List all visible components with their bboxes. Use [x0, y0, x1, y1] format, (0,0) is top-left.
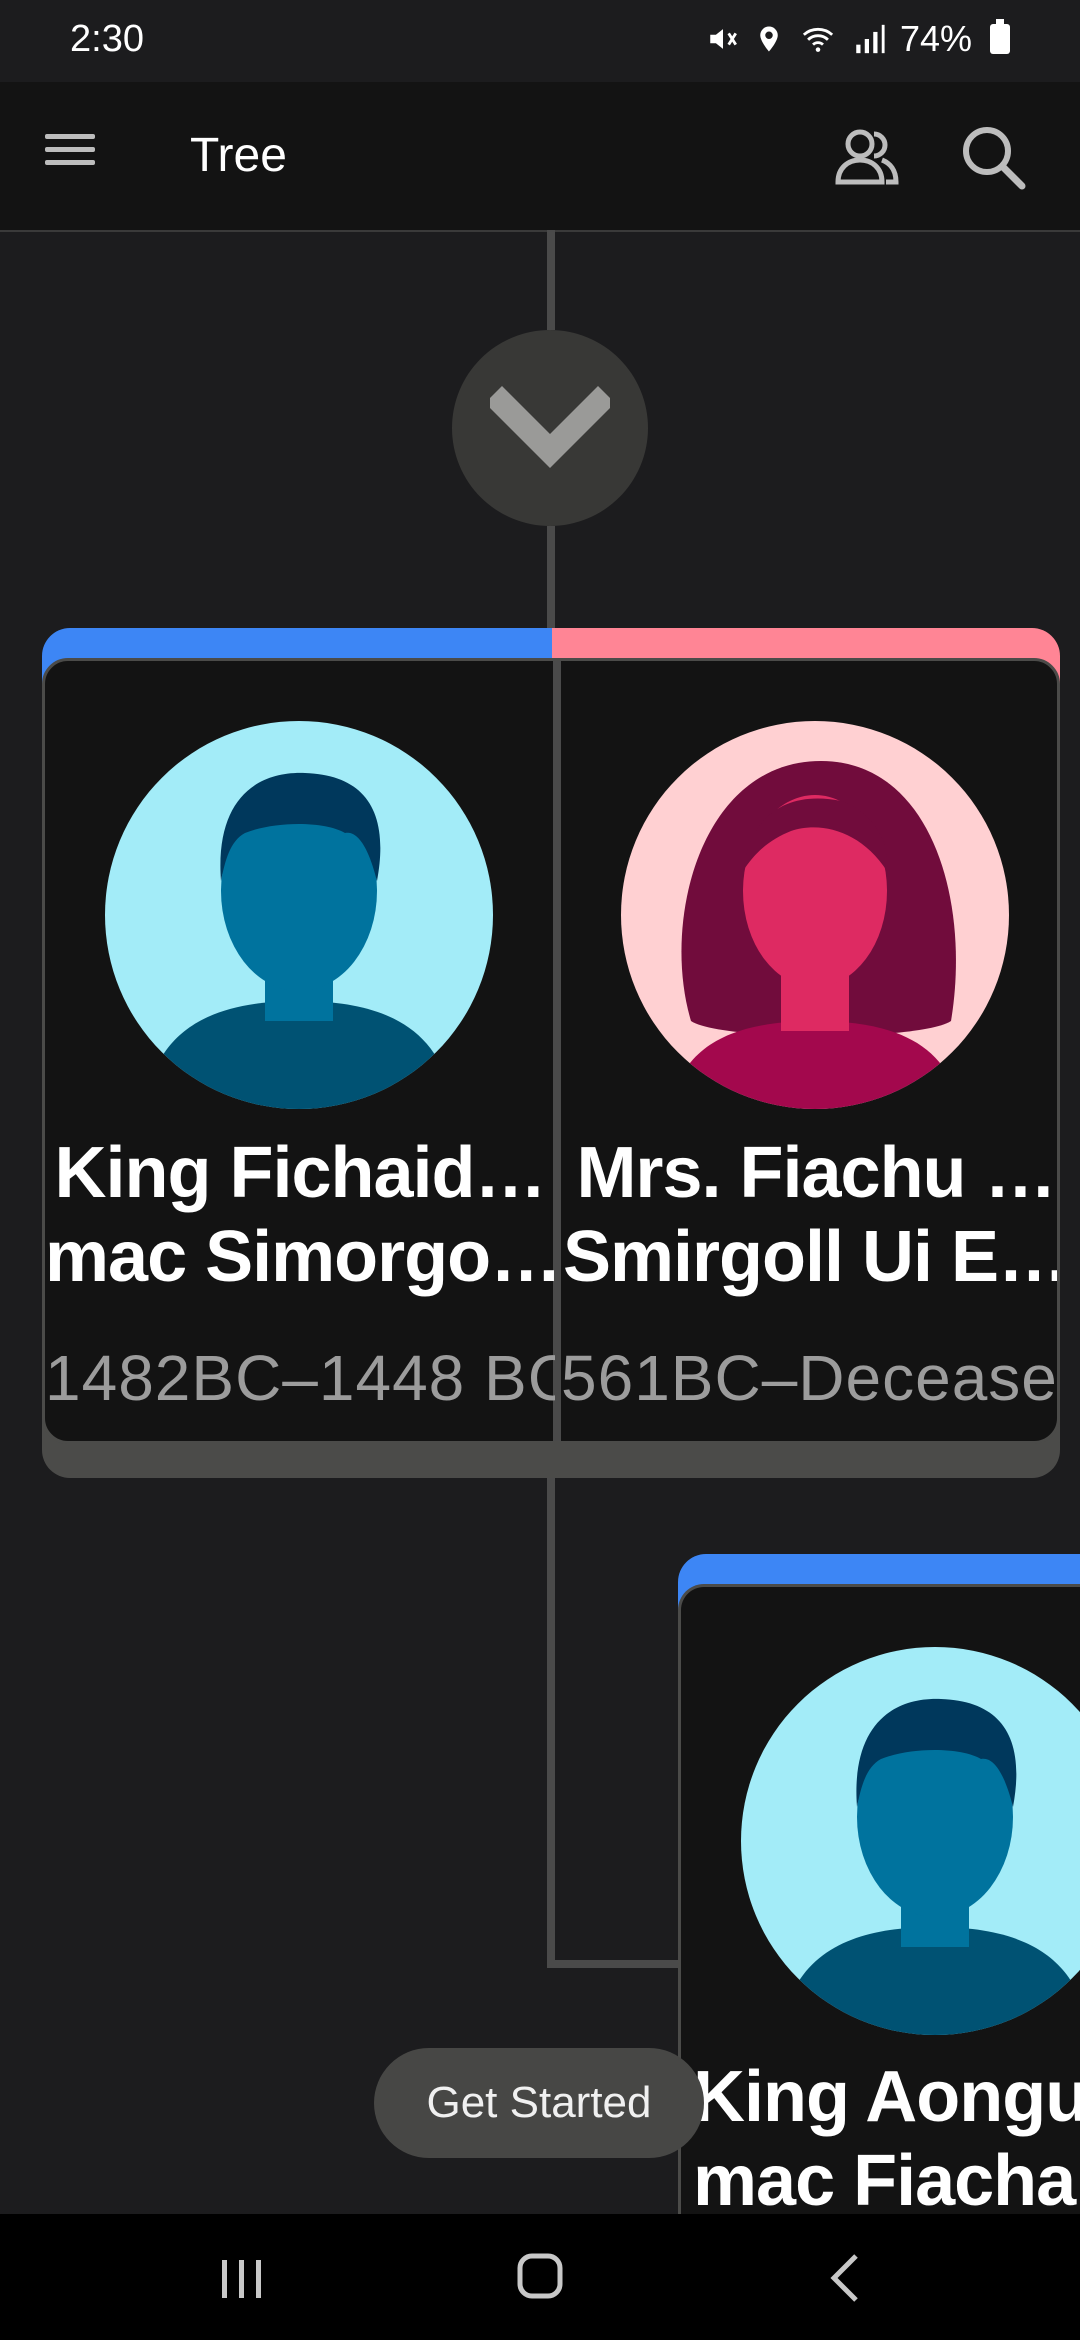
tree-line-child-branch — [547, 1960, 682, 1968]
mother-name-line1: Mrs. Fiachu … — [576, 1133, 1056, 1213]
status-icons: 74% — [706, 18, 1010, 60]
couple-card[interactable]: King Fichaid… mac Simorgo… 1482BC–1448 B… — [42, 628, 1060, 1478]
child-name-line1: King Aongus — [693, 2057, 1080, 2137]
signal-icon — [856, 24, 885, 54]
male-avatar-icon — [741, 1647, 1080, 2035]
mother-dates: 561BC–Deceased — [561, 1342, 1060, 1414]
mute-icon — [710, 29, 737, 49]
child-card-body: King Aongus mac Fiacha c — [678, 1584, 1080, 2284]
tree-line-to-child — [547, 1478, 555, 1968]
get-started-button[interactable]: Get Started — [374, 2048, 704, 2158]
menu-icon[interactable] — [40, 126, 100, 186]
father-name-line1: King Fichaid… — [54, 1133, 547, 1213]
person-card-child[interactable]: King Aongus mac Fiacha c — [678, 1554, 1080, 2284]
system-nav-bar — [0, 2214, 1080, 2340]
father-name-line2: mac Simorgo… — [45, 1217, 555, 1297]
location-icon — [760, 26, 778, 52]
collapse-button[interactable] — [452, 330, 648, 526]
male-avatar-icon — [105, 721, 493, 1109]
wifi-icon — [802, 27, 834, 52]
recent-apps-icon[interactable] — [218, 2256, 266, 2300]
home-icon[interactable] — [516, 2252, 564, 2300]
search-icon[interactable] — [958, 122, 1028, 192]
couple-card-body: King Fichaid… mac Simorgo… 1482BC–1448 B… — [42, 658, 1060, 1444]
child-name-line2: mac Fiacha c — [693, 2141, 1080, 2221]
page-title: Tree — [190, 129, 287, 182]
person-card-father[interactable]: King Fichaid… mac Simorgo… 1482BC–1448 B… — [45, 661, 555, 1441]
child-name: King Aongus mac Fiacha c — [693, 2055, 1080, 2223]
person-card-mother[interactable]: Mrs. Fiachu … Smirgoll Ui E… 561BC–Decea… — [561, 661, 1060, 1441]
female-avatar-icon — [621, 721, 1009, 1109]
battery-icon — [990, 19, 1010, 54]
mother-name-line2: Smirgoll Ui E… — [562, 1217, 1060, 1297]
status-time: 2:30 — [70, 18, 144, 60]
tree-line-to-couple — [547, 526, 555, 628]
people-icon[interactable] — [832, 124, 902, 190]
status-bar: 2:30 74% — [0, 0, 1080, 82]
chevron-down-icon — [490, 386, 610, 468]
back-icon[interactable] — [826, 2252, 866, 2304]
mother-name: Mrs. Fiachu … Smirgoll Ui E… — [561, 1131, 1060, 1299]
app-bar: Tree — [0, 82, 1080, 232]
tree-line-top — [547, 230, 555, 330]
father-name: King Fichaid… mac Simorgo… — [45, 1131, 555, 1299]
battery-percent: 74% — [899, 18, 972, 59]
father-dates: 1482BC–1448 BC — [45, 1342, 555, 1414]
